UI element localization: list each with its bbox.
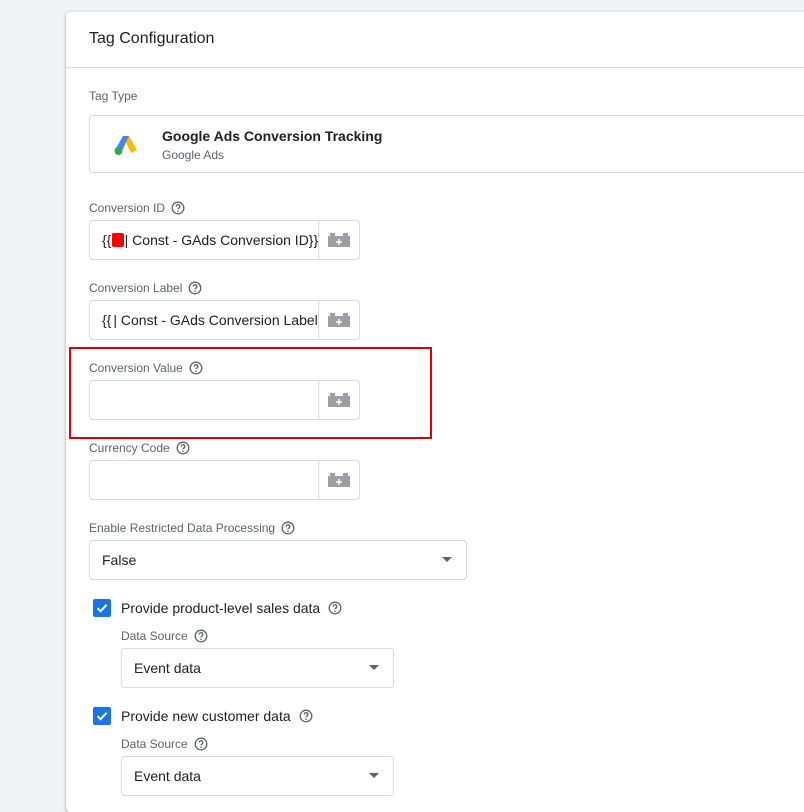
help-circle-icon[interactable]: [171, 201, 185, 215]
conversion-label-label: Conversion Label: [89, 281, 202, 295]
conversion-label-field: {{| Const - GAds Conversion Label}}: [89, 300, 360, 340]
currency-code-field: [89, 460, 360, 500]
caret-down-icon: [369, 773, 379, 778]
product-sales-source-select[interactable]: Event data: [121, 648, 394, 688]
tag-type-selector[interactable]: Google Ads Conversion Tracking Google Ad…: [89, 115, 804, 173]
checkmark-icon: [96, 604, 108, 613]
card-title: Tag Configuration: [89, 30, 215, 47]
product-sales-label: Provide product-level sales data: [121, 600, 342, 616]
google-ads-logo-icon: [114, 136, 137, 155]
new-customer-source-label: Data Source: [121, 737, 208, 751]
redaction-mark: [112, 233, 124, 247]
insert-variable-button[interactable]: [318, 461, 359, 499]
checkmark-icon: [96, 712, 108, 721]
new-customer-source-select[interactable]: Event data: [121, 756, 394, 796]
product-sales-source-label: Data Source: [121, 629, 208, 643]
currency-code-label: Currency Code: [89, 441, 190, 455]
conversion-id-label: Conversion ID: [89, 201, 185, 215]
caret-down-icon: [369, 665, 379, 670]
restricted-data-select[interactable]: False: [89, 540, 467, 580]
card-divider: [66, 67, 804, 68]
help-circle-icon[interactable]: [188, 281, 202, 295]
insert-variable-button[interactable]: [318, 301, 359, 339]
conversion-label-input[interactable]: {{| Const - GAds Conversion Label}}: [90, 301, 318, 339]
tag-configuration-card: Tag Configuration Tag Type Google Ads Co…: [66, 12, 804, 812]
insert-variable-button[interactable]: [318, 221, 359, 259]
help-circle-icon[interactable]: [328, 601, 342, 615]
tag-type-label: Tag Type: [89, 89, 138, 103]
variable-brick-icon: [328, 233, 351, 247]
highlight-box: [69, 347, 432, 439]
caret-down-icon: [442, 557, 452, 562]
product-sales-checkbox[interactable]: [93, 599, 111, 617]
variable-brick-icon: [328, 473, 351, 487]
new-customer-checkbox[interactable]: [93, 707, 111, 725]
tag-type-vendor: Google Ads: [162, 148, 225, 162]
currency-code-input[interactable]: [90, 461, 318, 499]
help-circle-icon[interactable]: [194, 629, 208, 643]
help-circle-icon[interactable]: [299, 709, 313, 723]
new-customer-label: Provide new customer data: [121, 708, 313, 724]
restricted-data-label: Enable Restricted Data Processing: [89, 521, 295, 535]
variable-brick-icon: [328, 313, 351, 327]
help-circle-icon[interactable]: [194, 737, 208, 751]
help-circle-icon[interactable]: [281, 521, 295, 535]
help-circle-icon[interactable]: [176, 441, 190, 455]
tag-type-name: Google Ads Conversion Tracking: [162, 128, 383, 144]
conversion-id-input[interactable]: {{| Const - GAds Conversion ID}}: [90, 221, 318, 259]
conversion-id-field: {{| Const - GAds Conversion ID}}: [89, 220, 360, 260]
